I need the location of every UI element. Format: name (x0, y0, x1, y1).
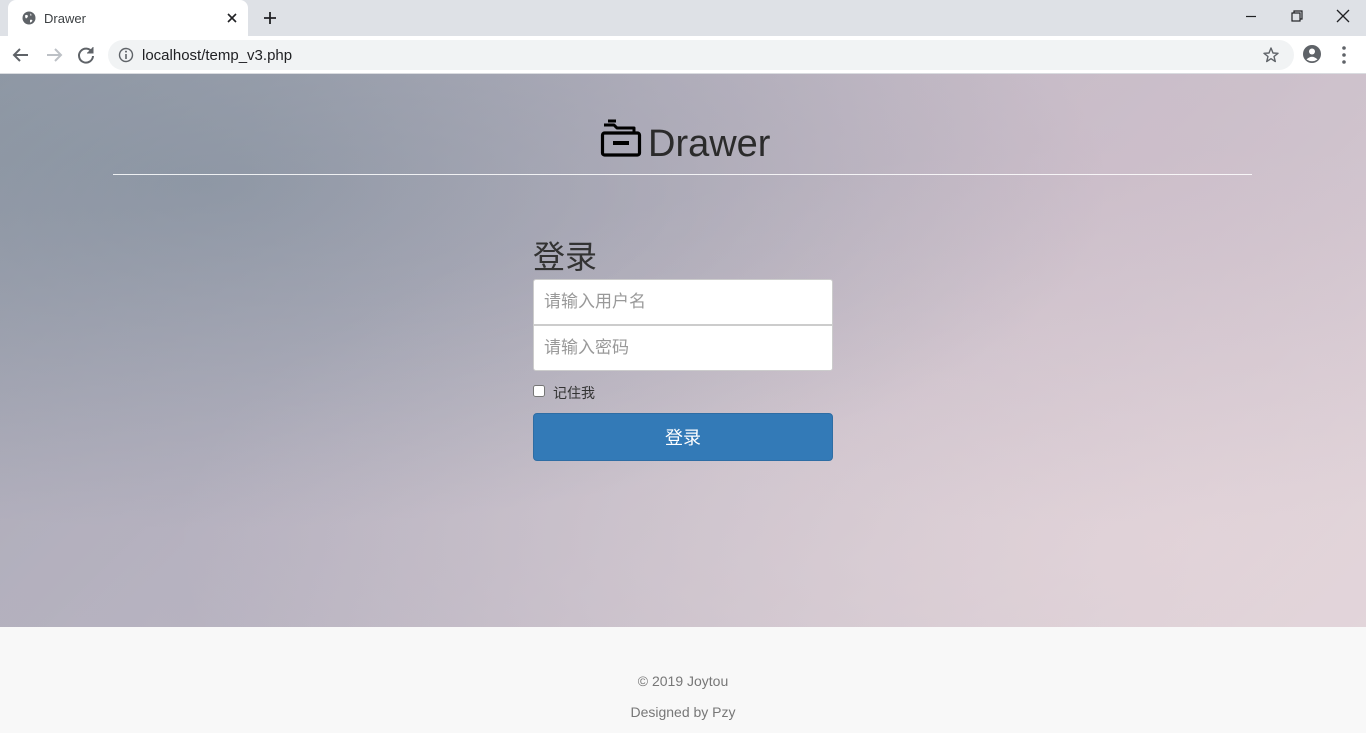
copyright-text: © 2019 Joytou (637, 673, 729, 689)
minimize-icon[interactable] (1241, 6, 1261, 26)
login-hero: Drawer 登录 记住我 登录 (0, 74, 1366, 627)
forward-arrow-icon[interactable] (43, 44, 65, 66)
more-menu-icon[interactable] (1336, 44, 1352, 66)
close-window-icon[interactable] (1333, 6, 1353, 26)
password-input[interactable] (533, 325, 833, 371)
back-arrow-icon[interactable] (10, 44, 32, 66)
username-input[interactable] (533, 279, 833, 325)
brand-name: Drawer (648, 123, 771, 165)
tab-title: Drawer (44, 11, 86, 26)
info-icon[interactable] (118, 47, 134, 63)
globe-icon (22, 11, 36, 25)
browser-tab-strip: Drawer (0, 0, 1366, 36)
bookmark-star-icon[interactable] (1262, 46, 1280, 64)
restore-icon[interactable] (1287, 6, 1307, 26)
address-bar[interactable]: localhost/temp_v3.php (108, 40, 1294, 70)
browser-toolbar: localhost/temp_v3.php (0, 36, 1366, 74)
address-url[interactable]: localhost/temp_v3.php (142, 47, 292, 64)
page-footer: © 2019 Joytou Designed by Pzy (0, 627, 1366, 733)
new-tab-icon[interactable] (260, 8, 280, 28)
browser-tab[interactable]: Drawer (8, 0, 248, 36)
login-button[interactable]: 登录 (533, 413, 833, 461)
profile-avatar-icon[interactable] (1302, 44, 1322, 64)
credits-text: Designed by Pzy (630, 704, 736, 720)
drawer-icon (600, 119, 642, 157)
remember-me-label[interactable]: 记住我 (553, 383, 595, 403)
close-tab-icon[interactable] (224, 10, 240, 26)
reload-icon[interactable] (75, 44, 97, 66)
login-heading: 登录 (533, 238, 598, 276)
header-divider (113, 174, 1252, 175)
remember-me-checkbox[interactable] (533, 385, 545, 397)
